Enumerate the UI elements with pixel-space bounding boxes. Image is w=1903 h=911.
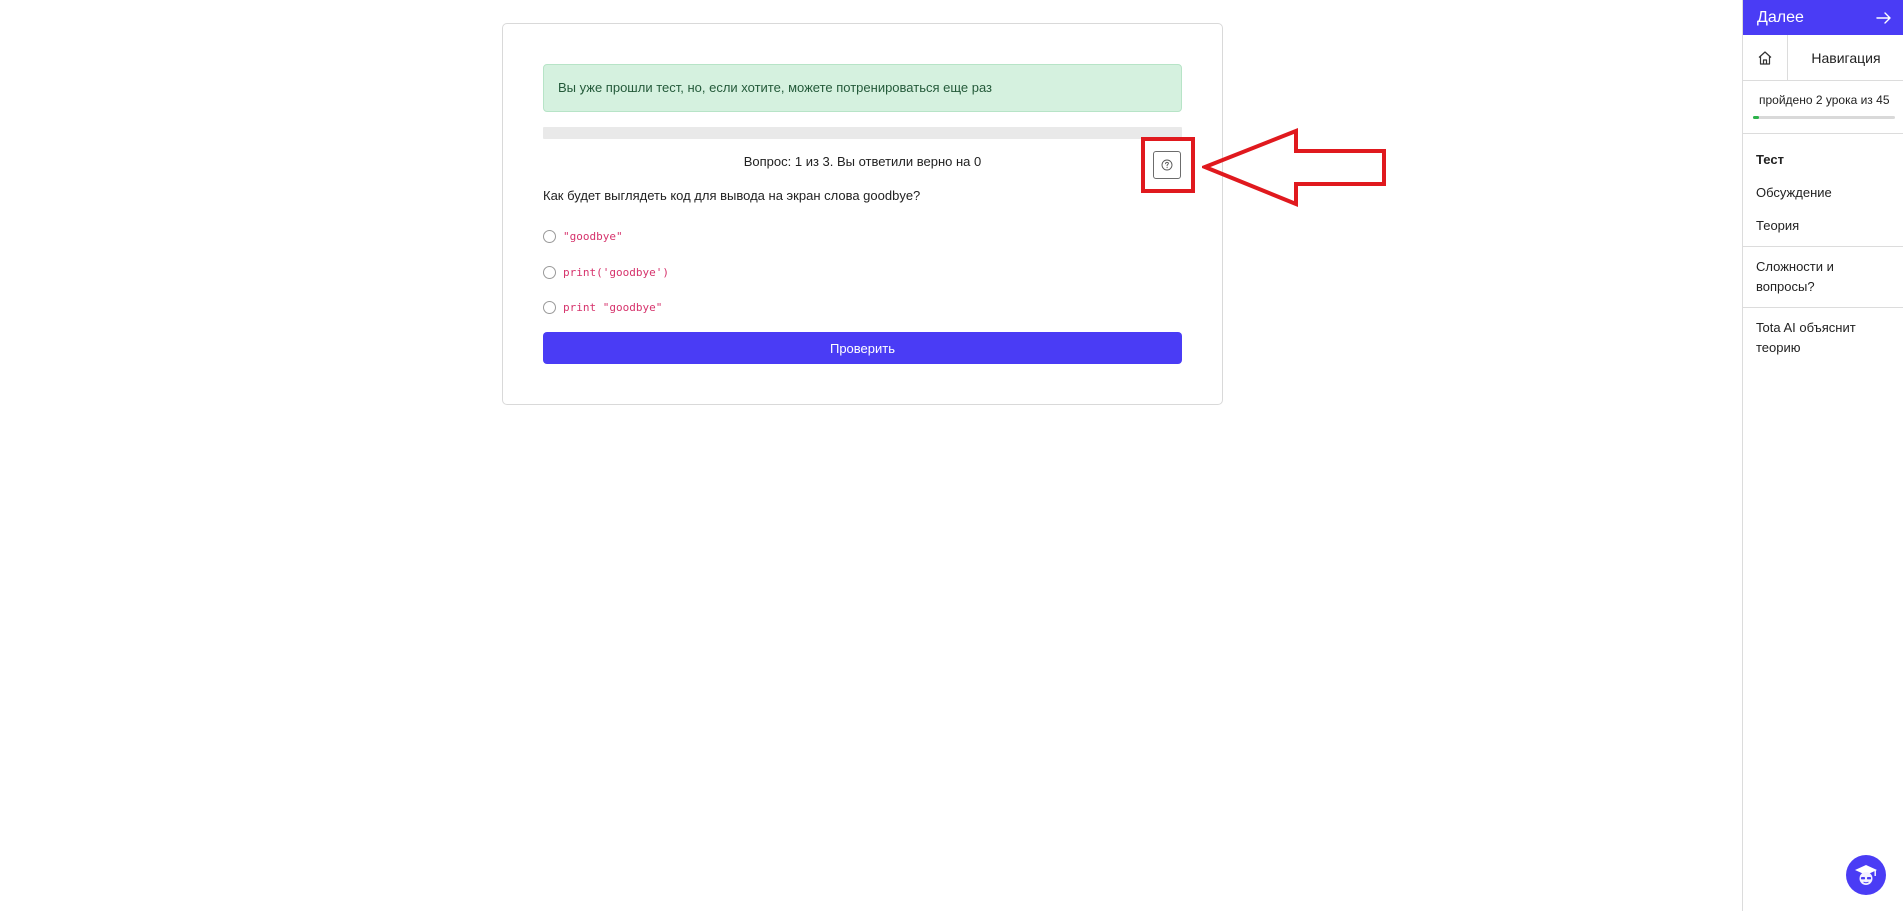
sidebar-link-theory[interactable]: Теория	[1756, 216, 1799, 236]
navigation-button[interactable]: Навигация	[1788, 35, 1903, 80]
question-text: Как будет выглядеть код для вывода на эк…	[543, 188, 921, 203]
help-button[interactable]	[1153, 151, 1181, 179]
answer-label: print('goodbye')	[563, 266, 669, 279]
home-button[interactable]	[1743, 35, 1788, 80]
annotation-arrow	[1202, 128, 1386, 207]
next-button[interactable]: Далее	[1743, 0, 1903, 35]
lesson-sidebar: Далее Навигация пройдено 2 урока из 45 Т…	[1742, 0, 1903, 911]
quiz-progress-bar	[543, 127, 1182, 139]
next-button-label: Далее	[1757, 8, 1804, 26]
sidebar-link-tota-ai[interactable]: Tota AI объяснит теорию	[1756, 318, 1881, 358]
answer-label: "goodbye"	[563, 230, 623, 243]
question-counter: Вопрос: 1 из 3. Вы ответили верно на 0	[743, 154, 982, 169]
answer-radio[interactable]	[543, 301, 556, 314]
sidebar-link-discussion[interactable]: Обсуждение	[1756, 183, 1832, 203]
answer-option[interactable]: print "goodbye"	[543, 301, 662, 314]
question-circle-icon	[1161, 159, 1173, 171]
sidebar-link-test[interactable]: Тест	[1756, 150, 1784, 170]
answer-radio[interactable]	[543, 230, 556, 243]
divider	[1743, 246, 1903, 247]
answer-label: print "goodbye"	[563, 301, 663, 314]
assistant-button[interactable]	[1846, 855, 1886, 895]
check-answer-button[interactable]: Проверить	[543, 332, 1182, 364]
answer-option[interactable]: "goodbye"	[543, 230, 623, 243]
divider	[1743, 307, 1903, 308]
graduate-avatar-icon	[1855, 865, 1877, 885]
sidebar-nav-row: Навигация	[1743, 35, 1903, 81]
sidebar-link-questions[interactable]: Сложности и вопросы?	[1756, 257, 1876, 297]
lessons-progress-bar	[1753, 116, 1895, 119]
lessons-progress-fill	[1753, 116, 1760, 119]
home-icon	[1758, 50, 1772, 65]
quiz-card: Вы уже прошли тест, но, если хотите, мож…	[502, 23, 1223, 405]
answer-option[interactable]: print('goodbye')	[543, 266, 669, 279]
answer-radio[interactable]	[543, 266, 556, 279]
retake-alert: Вы уже прошли тест, но, если хотите, мож…	[543, 64, 1182, 112]
divider	[1743, 133, 1903, 134]
lessons-progress-text: пройдено 2 урока из 45	[1759, 93, 1890, 107]
arrow-right-icon	[1876, 11, 1891, 24]
